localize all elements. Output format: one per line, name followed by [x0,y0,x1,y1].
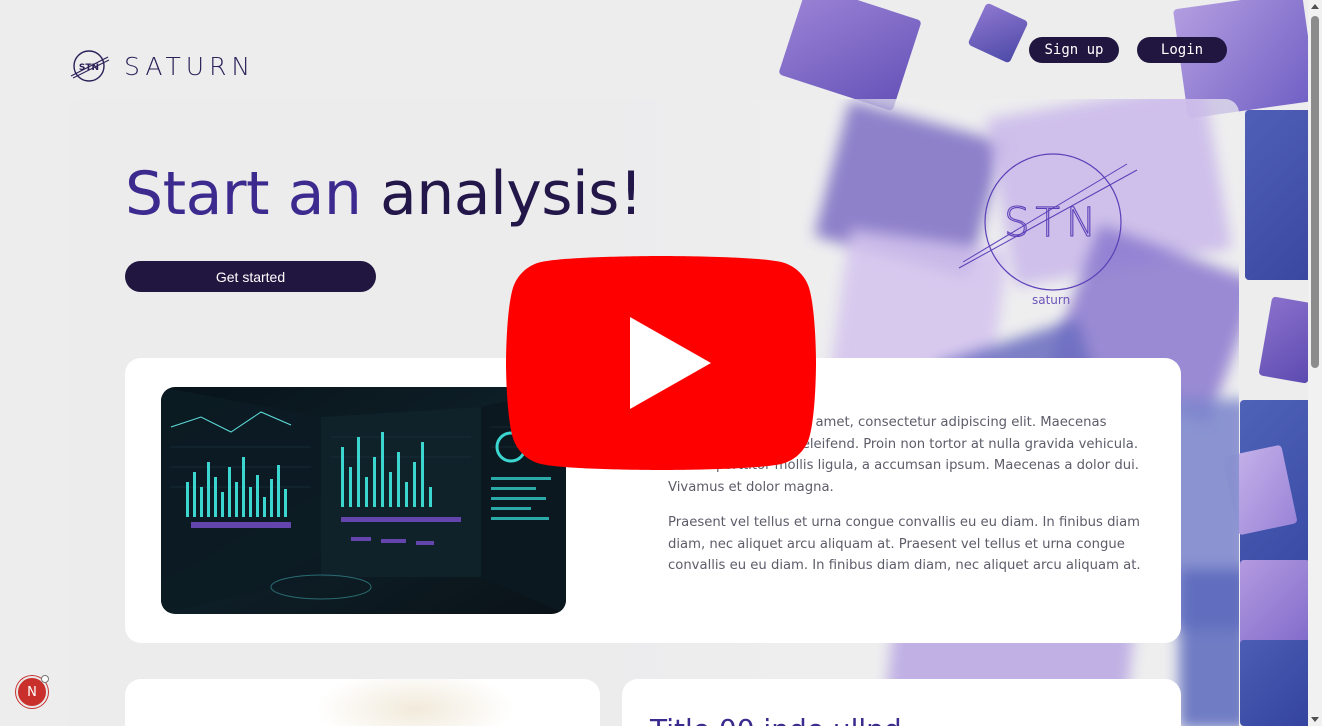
signup-button[interactable]: Sign up [1029,37,1119,63]
saturn-logo-icon: STN [70,50,110,82]
secondary-card-left [125,679,600,726]
get-started-button[interactable]: Get started [125,261,376,292]
secondary-card-right: Title 00 inde ullnd [622,679,1181,726]
scroll-down-arrow-icon[interactable] [1311,717,1319,722]
secondary-card-title: Title 00 inde ullnd [650,713,902,726]
brand-name: SATURN [124,51,256,81]
emblem-subtitle: saturn [1032,293,1071,307]
notification-dot-icon [41,675,49,683]
page-title: Start an analysis! [125,159,643,229]
feature-paragraph-2: Praesent vel tellus et urna congue conva… [668,515,1141,574]
login-button[interactable]: Login [1137,37,1227,63]
scrollbar-thumb[interactable] [1311,16,1319,368]
stn-emblem-icon: STN [958,153,1138,291]
page-scrollbar[interactable] [1308,0,1322,726]
svg-text:STN: STN [1004,200,1102,246]
svg-text:STN: STN [79,63,99,73]
youtube-play-icon[interactable] [506,256,816,470]
brand-logo[interactable]: STN SATURN [70,48,255,84]
scroll-up-arrow-icon[interactable] [1311,4,1319,9]
